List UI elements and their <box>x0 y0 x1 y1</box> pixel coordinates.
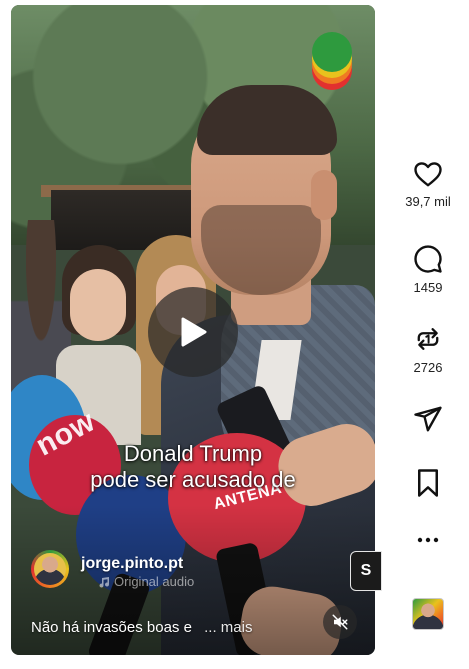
video-caption: Donald Trump pode ser acusado de <box>11 441 375 493</box>
more-icon <box>417 537 439 543</box>
comment-button[interactable]: 1459 <box>392 244 464 295</box>
reel-video[interactable]: now ANTENA Donald Trump pode ser acusado… <box>11 5 375 655</box>
mute-icon <box>332 614 348 630</box>
avatar <box>34 553 66 585</box>
share-icon <box>414 406 442 432</box>
bookmark-icon <box>418 469 438 497</box>
audio-info[interactable]: Original audio <box>98 574 194 589</box>
caption-line-2: pode ser acusado de <box>90 467 296 492</box>
avatar-ring[interactable] <box>31 550 69 588</box>
side-reel-preview[interactable]: S <box>350 551 382 591</box>
caption-line-1: Donald Trump <box>123 441 263 466</box>
audio-label: Original audio <box>114 574 195 589</box>
description-text: Não há invasões boas e <box>31 619 192 636</box>
share-button[interactable] <box>392 404 464 434</box>
repost-count: 2726 <box>413 360 443 375</box>
more-link[interactable]: ... mais <box>204 619 252 636</box>
rainbow-logo-icon <box>312 32 352 92</box>
more-options-button[interactable] <box>392 536 464 544</box>
mute-button[interactable] <box>323 605 357 639</box>
like-count: 39,7 mil <box>405 194 451 209</box>
music-note-icon <box>99 576 110 588</box>
play-icon <box>181 317 207 347</box>
comment-icon <box>414 245 442 273</box>
comment-count: 1459 <box>413 280 443 295</box>
repost-button[interactable]: 2726 <box>392 324 464 375</box>
save-button[interactable] <box>392 468 464 498</box>
reel-page: now ANTENA Donald Trump pode ser acusado… <box>0 0 469 669</box>
heart-icon <box>414 162 442 187</box>
like-button[interactable]: 39,7 mil <box>392 160 464 209</box>
author-username[interactable]: jorge.pinto.pt <box>81 555 183 573</box>
post-description: Não há invasões boas e ... mais <box>31 619 252 636</box>
play-button[interactable] <box>148 287 238 377</box>
repost-icon <box>417 328 439 350</box>
audio-profile-thumbnail[interactable] <box>412 598 444 630</box>
